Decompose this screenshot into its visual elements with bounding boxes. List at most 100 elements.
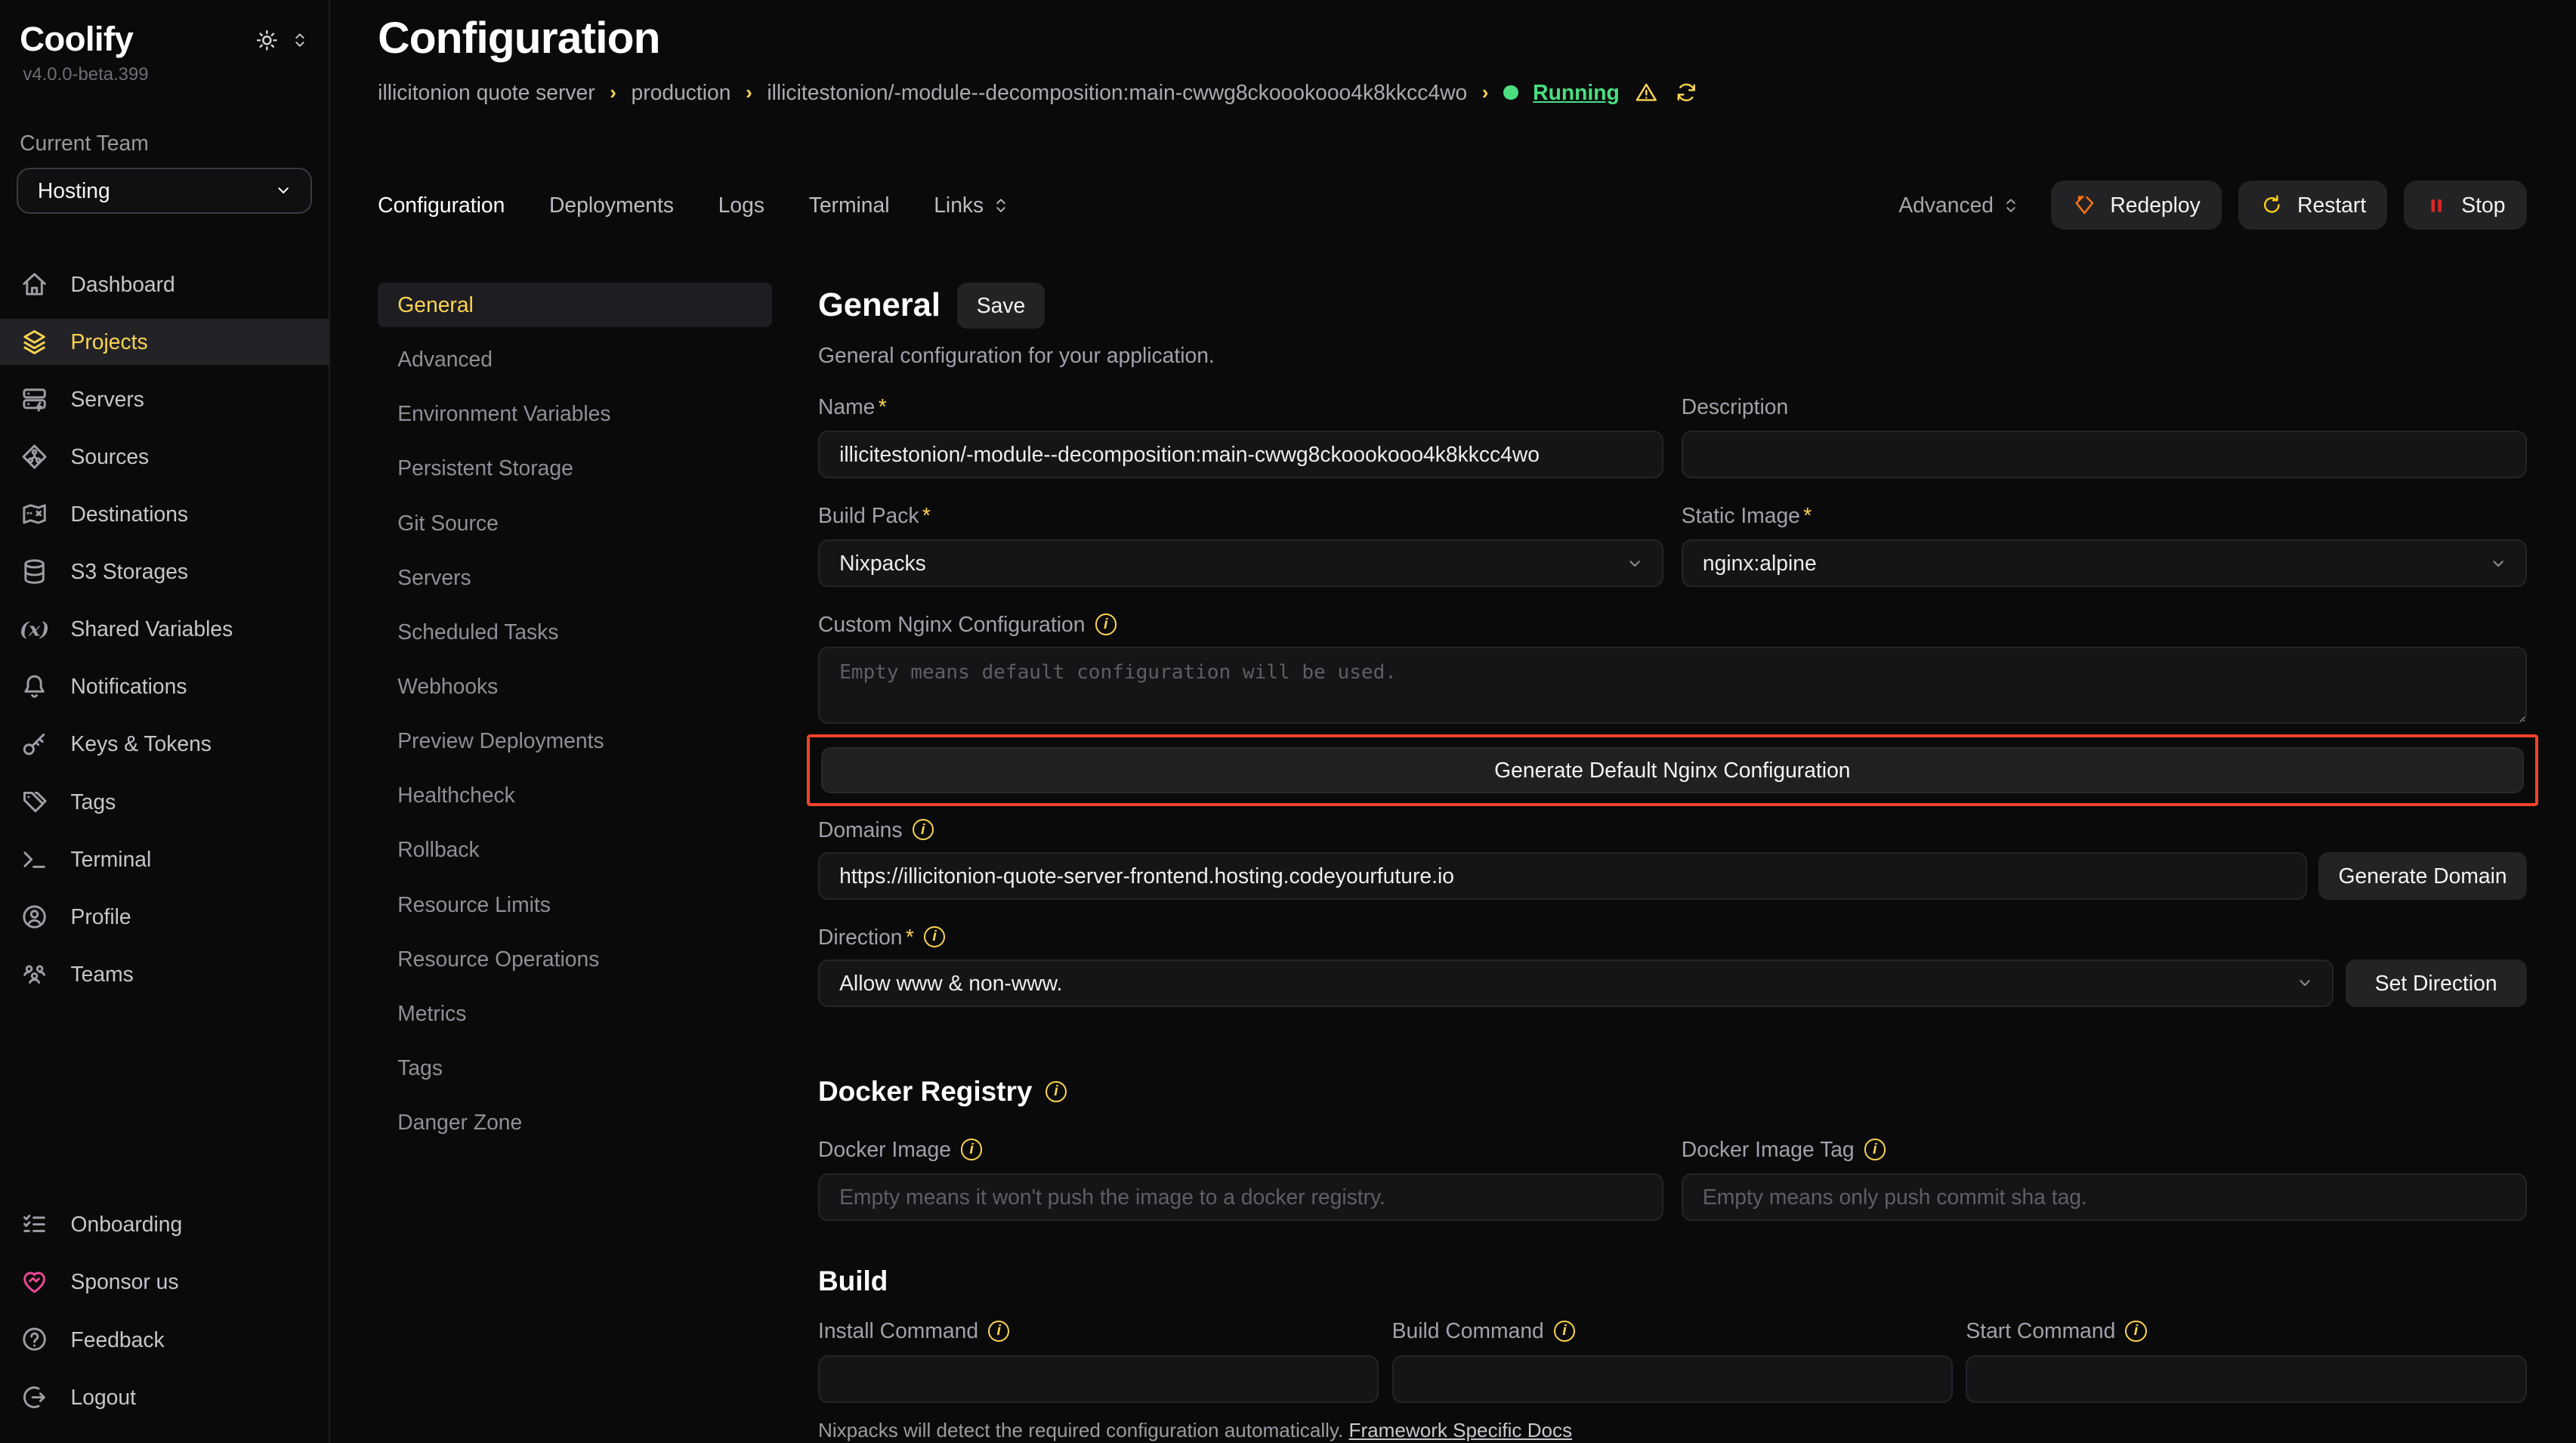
restart-button[interactable]: Restart <box>2238 181 2388 230</box>
tab-links[interactable]: Links <box>934 193 1010 218</box>
build-section-title: Build <box>818 1265 888 1297</box>
subnav-item-advanced[interactable]: Advanced <box>378 337 772 382</box>
section-title: General <box>818 287 941 324</box>
sidebar-item-terminal[interactable]: Terminal <box>0 836 329 882</box>
sidebar-item-dashboard[interactable]: Dashboard <box>0 261 329 307</box>
description-input[interactable] <box>1682 431 2527 478</box>
sidebar-item-feedback[interactable]: Feedback <box>0 1317 329 1363</box>
subnav-item-environment-variables[interactable]: Environment Variables <box>378 391 772 436</box>
sidebar-bottom-nav: Onboarding Sponsor us Feedback Logout <box>17 1201 313 1420</box>
chevron-down-icon <box>1624 553 1645 574</box>
sidebar-item-tags[interactable]: Tags <box>0 779 329 825</box>
build-command-label: Build Command <box>1392 1318 1544 1343</box>
team-select[interactable]: Hosting <box>17 168 313 214</box>
info-icon <box>988 1321 1009 1342</box>
general-form: General Save General configuration for y… <box>818 283 2527 1443</box>
subnav-item-persistent-storage[interactable]: Persistent Storage <box>378 446 772 490</box>
tab-deployments[interactable]: Deployments <box>549 193 674 218</box>
sidebar-item-sponsor[interactable]: Sponsor us <box>0 1259 329 1305</box>
variable-icon: (x) <box>20 614 49 644</box>
sidebar-item-label: Onboarding <box>71 1212 183 1237</box>
tabs-row: Configuration Deployments Logs Terminal … <box>378 181 2527 230</box>
redeploy-label: Redeploy <box>2110 193 2200 218</box>
database-icon <box>20 557 49 586</box>
name-input[interactable] <box>818 431 1663 478</box>
set-direction-button[interactable]: Set Direction <box>2346 959 2527 1007</box>
theme-toggle-sun-icon[interactable] <box>255 28 280 53</box>
subnav-item-tags[interactable]: Tags <box>378 1046 772 1090</box>
refresh-icon[interactable] <box>1674 80 1699 105</box>
sidebar-item-destinations[interactable]: Destinations <box>0 491 329 537</box>
generate-domain-button[interactable]: Generate Domain <box>2318 852 2526 900</box>
home-icon <box>20 270 49 299</box>
subnav-item-metrics[interactable]: Metrics <box>378 991 772 1036</box>
sidebar-item-projects[interactable]: Projects <box>0 319 329 365</box>
build-pack-select[interactable]: Nixpacks <box>818 539 1663 587</box>
version-switcher-chevrons-icon[interactable] <box>291 29 309 51</box>
sidebar-item-onboarding[interactable]: Onboarding <box>0 1201 329 1247</box>
subnav-item-preview-deployments[interactable]: Preview Deployments <box>378 718 772 763</box>
sidebar-item-keys-tokens[interactable]: Keys & Tokens <box>0 722 329 768</box>
custom-nginx-label: Custom Nginx Configuration <box>818 612 1086 637</box>
status-badge[interactable]: Running <box>1533 80 1620 105</box>
install-command-label: Install Command <box>818 1318 978 1343</box>
start-command-label: Start Command <box>1966 1318 2115 1343</box>
static-image-label: Static Image <box>1682 503 1812 528</box>
static-image-select[interactable]: nginx:alpine <box>1682 539 2527 587</box>
settings-subnav: General Advanced Environment Variables P… <box>378 283 772 1443</box>
generate-nginx-button[interactable]: Generate Default Nginx Configuration <box>821 747 2524 793</box>
redeploy-button[interactable]: Redeploy <box>2051 181 2222 230</box>
subnav-item-general[interactable]: General <box>378 283 772 327</box>
heart-icon <box>20 1267 49 1296</box>
warning-icon[interactable] <box>1634 80 1659 105</box>
tab-terminal[interactable]: Terminal <box>809 193 890 218</box>
tab-logs[interactable]: Logs <box>718 193 764 218</box>
chevron-down-icon <box>2294 972 2315 993</box>
stop-button[interactable]: Stop <box>2404 181 2527 230</box>
framework-docs-link[interactable]: Framework Specific Docs <box>1349 1419 1573 1441</box>
configuration-content: General Advanced Environment Variables P… <box>378 283 2527 1443</box>
subnav-item-webhooks[interactable]: Webhooks <box>378 664 772 709</box>
sidebar-item-sources[interactable]: Sources <box>0 434 329 480</box>
sidebar-item-logout[interactable]: Logout <box>0 1374 329 1420</box>
direction-select[interactable]: Allow www & non-www. <box>818 959 2334 1007</box>
sidebar-item-s3-storages[interactable]: S3 Storages <box>0 548 329 595</box>
checklist-icon <box>20 1210 49 1239</box>
docker-image-input[interactable] <box>818 1173 1663 1221</box>
app-logo: Coolify <box>20 20 149 59</box>
subnav-item-git-source[interactable]: Git Source <box>378 501 772 545</box>
subnav-item-danger-zone[interactable]: Danger Zone <box>378 1100 772 1145</box>
start-command-input[interactable] <box>1966 1355 2526 1403</box>
bell-icon <box>20 672 49 701</box>
subnav-item-resource-operations[interactable]: Resource Operations <box>378 937 772 981</box>
breadcrumb-resource[interactable]: illicitestonion/-module--decomposition:m… <box>767 80 1467 105</box>
domains-input[interactable] <box>818 852 2307 900</box>
domains-label: Domains <box>818 817 903 842</box>
tab-configuration[interactable]: Configuration <box>378 193 505 218</box>
custom-nginx-textarea[interactable] <box>818 647 2527 724</box>
install-command-input[interactable] <box>818 1355 1379 1403</box>
sidebar-item-label: Servers <box>71 387 144 412</box>
direction-label: Direction <box>818 925 914 950</box>
breadcrumb-environment[interactable]: production <box>632 80 731 105</box>
sidebar-item-profile[interactable]: Profile <box>0 894 329 940</box>
save-button[interactable]: Save <box>957 283 1046 329</box>
build-command-input[interactable] <box>1392 1355 1953 1403</box>
breadcrumb-project[interactable]: illicitonion quote server <box>378 80 595 105</box>
breadcrumb-separator: › <box>1482 81 1489 104</box>
section-description: General configuration for your applicati… <box>818 343 2527 368</box>
advanced-dropdown[interactable]: Advanced <box>1898 193 2019 218</box>
advanced-label: Advanced <box>1898 193 1994 218</box>
subnav-item-servers[interactable]: Servers <box>378 555 772 600</box>
subnav-item-resource-limits[interactable]: Resource Limits <box>378 882 772 927</box>
docker-image-tag-input[interactable] <box>1682 1173 2527 1221</box>
sidebar-item-servers[interactable]: Servers <box>0 376 329 422</box>
subnav-item-scheduled-tasks[interactable]: Scheduled Tasks <box>378 610 772 654</box>
layers-icon <box>20 327 49 357</box>
sidebar-item-teams[interactable]: Teams <box>0 951 329 997</box>
subnav-item-healthcheck[interactable]: Healthcheck <box>378 773 772 817</box>
sidebar-item-shared-variables[interactable]: (x) Shared Variables <box>0 606 329 652</box>
sidebar-item-notifications[interactable]: Notifications <box>0 663 329 709</box>
svg-text:(x): (x) <box>20 618 49 641</box>
subnav-item-rollback[interactable]: Rollback <box>378 827 772 872</box>
